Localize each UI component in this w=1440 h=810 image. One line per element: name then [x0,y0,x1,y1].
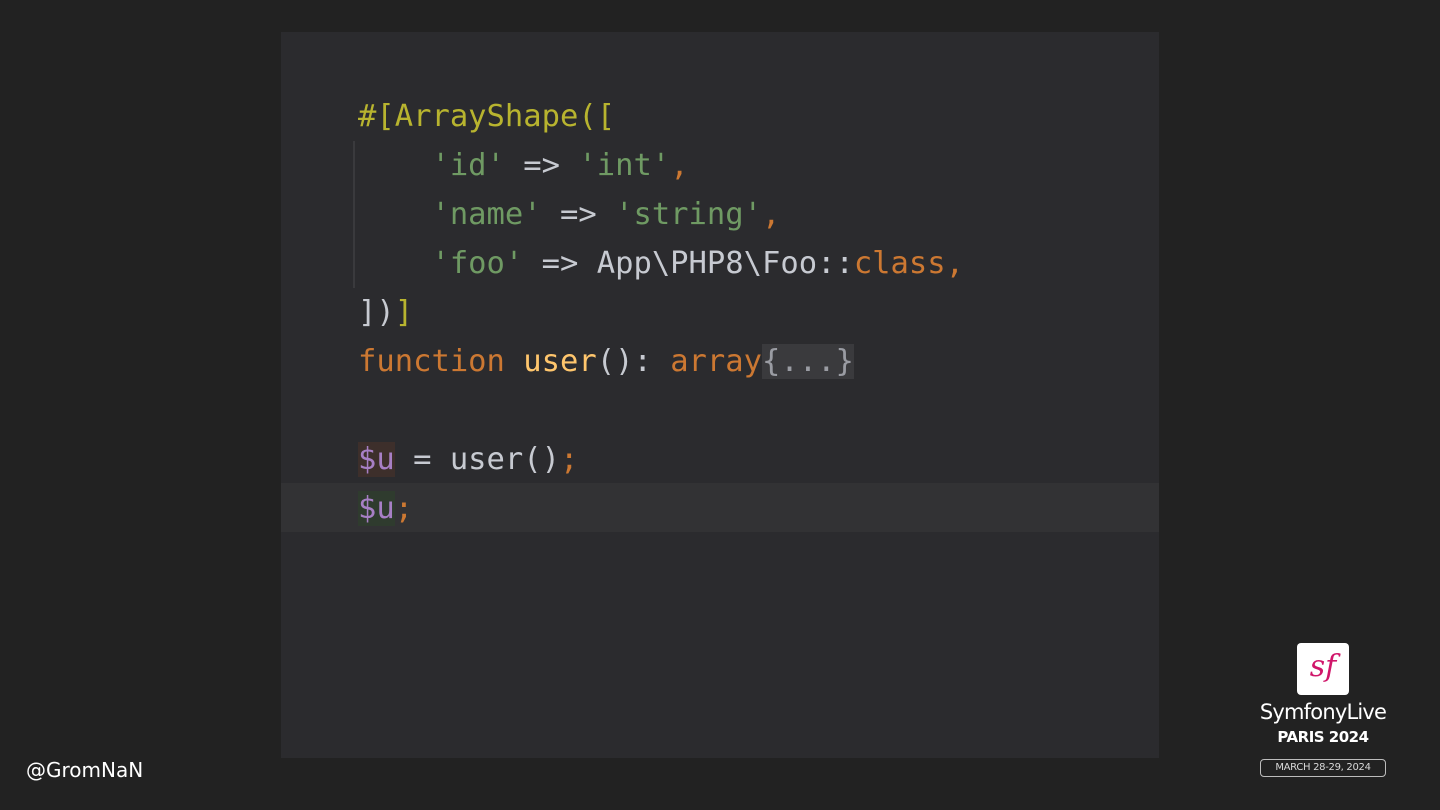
code-line-6: function user(): array{...} [358,337,854,386]
code-line-5: ])] [358,288,413,337]
folded-body[interactable]: {...} [762,344,854,379]
arrow-operator: => [541,197,616,232]
class-keyword: class [853,246,946,281]
closing-brackets: ]) [358,295,395,330]
string-value: 'int' [578,148,671,183]
string-value: 'string' [615,197,762,232]
semicolon: ; [394,491,414,526]
indent-guide [353,141,355,288]
author-handle: @GromNaN [26,758,144,782]
attribute-token: #[ArrayShape([ [358,99,616,134]
string-key: 'id' [431,148,505,183]
arrow-operator: => [523,246,597,281]
code-line-2: 'id' => 'int', [358,141,689,190]
string-key: 'name' [431,197,542,232]
comma: , [670,148,689,183]
conference-name: SymfonyLive [1259,700,1387,724]
return-type: array [670,344,763,379]
attribute-close-bracket: ] [394,295,414,330]
assignment: = user() [394,442,560,477]
function-keyword: function [358,344,505,379]
symfony-logo-glyph: sf [1309,649,1337,684]
string-key: 'foo' [431,246,524,281]
conference-city: PARIS 2024 [1277,728,1369,746]
function-name: user [523,344,597,379]
variable-u: $u [358,442,395,477]
class-reference: App\PHP8\Foo:: [596,246,854,281]
semicolon: ; [560,442,579,477]
code-line-3: 'name' => 'string', [358,190,780,239]
comma: , [945,246,965,281]
arrow-operator: => [504,148,579,183]
code-line-1: #[ArrayShape([ [358,92,615,141]
code-line-8: $u = user(); [358,435,578,484]
code-line-9: $u; [358,484,413,533]
function-signature: (): [596,344,671,379]
code-line-4: 'foo' => App\PHP8\Foo::class, [358,239,964,288]
conference-dates: MARCH 28-29, 2024 [1260,759,1386,777]
code-editor: #[ArrayShape([ 'id' => 'int', 'name' => … [281,32,1159,758]
symfony-logo-icon: sf [1297,643,1349,695]
code-block[interactable]: #[ArrayShape([ 'id' => 'int', 'name' => … [358,92,964,687]
comma: , [762,197,781,232]
variable-u: $u [358,491,395,526]
